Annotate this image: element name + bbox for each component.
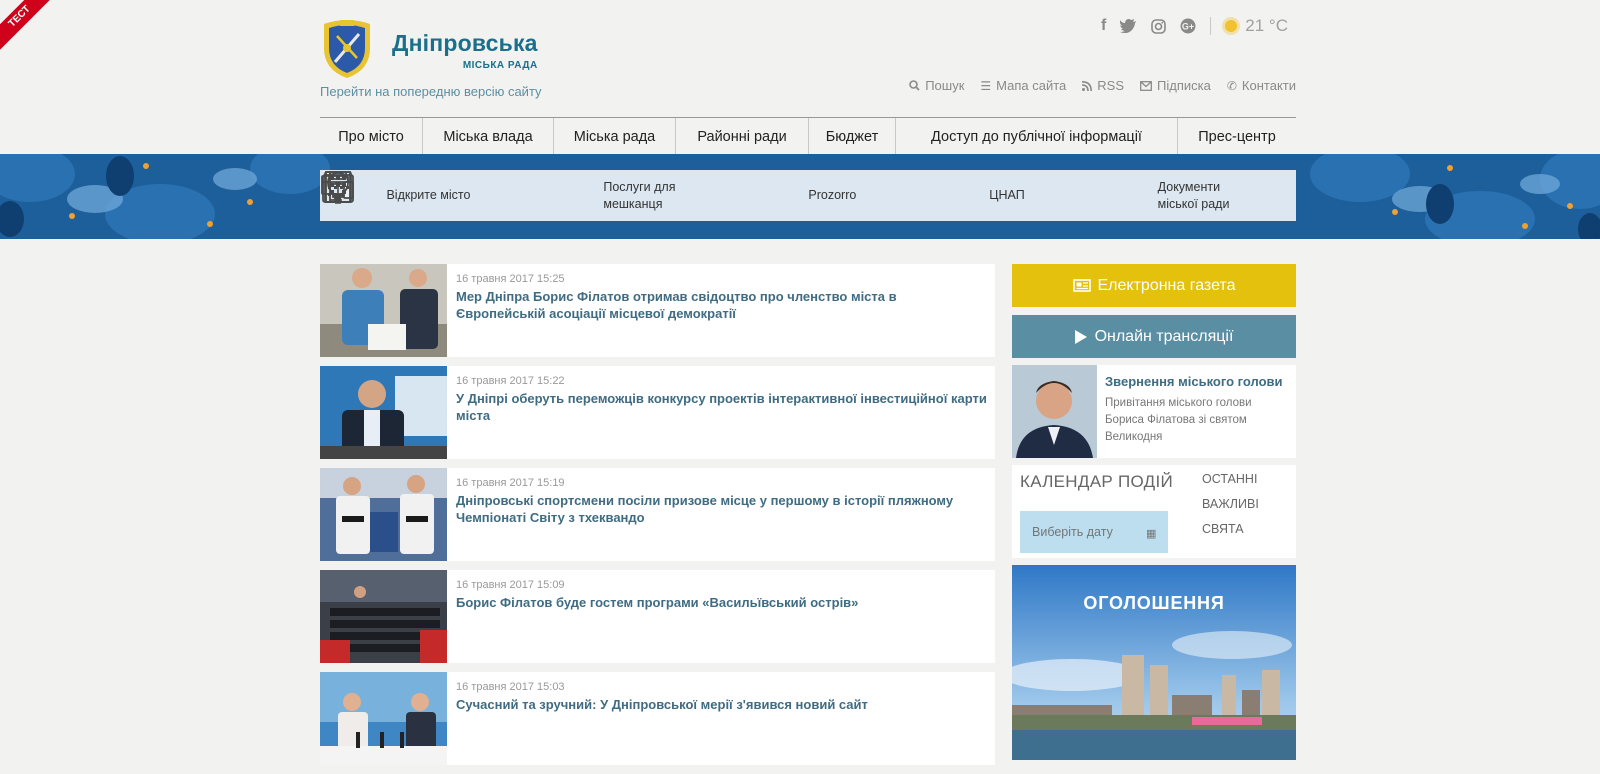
news-item[interactable]: 16 травня 2017 15:19 Дніпровські спортсм… [320,468,995,561]
online-broadcast-label: Онлайн трансляції [1094,327,1234,345]
subscribe-label: Підписка [1157,78,1211,93]
coat-of-arms-icon [324,20,370,78]
utility-nav: Пошук ☰ Мапа сайта RSS Підписка ✆ Контак… [909,78,1296,93]
news-list: 16 травня 2017 15:25 Мер Дніпра Борис Фі… [320,264,995,774]
calendar-icon[interactable]: ▦ [1146,527,1156,540]
news-date: 16 травня 2017 15:22 [456,375,565,387]
quick-link-label: Відкрите місто [386,188,471,202]
quick-link-label-line1: Документи [1157,179,1221,194]
subscribe-link[interactable]: Підписка [1140,78,1211,93]
announcements-banner[interactable]: ОГОЛОШЕННЯ [1012,565,1296,760]
menu-item-budget[interactable]: Бюджет [809,118,896,155]
menu-item-city-authority[interactable]: Міська влада [423,118,554,155]
menu-item-district-councils[interactable]: Районні ради [676,118,809,155]
tab-latest[interactable]: ОСТАННІ [1202,472,1259,486]
e-newspaper-button[interactable]: Електронна газета [1012,264,1296,307]
quick-link-label: Prozorro [808,188,857,202]
news-date: 16 травня 2017 15:03 [456,681,565,693]
tab-holidays[interactable]: СВЯТА [1202,522,1259,536]
book-icon [324,171,352,203]
search-label: Пошук [925,78,965,93]
facebook-icon[interactable]: f [1101,17,1106,35]
weather-temp: 21 °C [1245,16,1288,35]
envelope-icon [1140,80,1152,91]
sitemap-label: Мапа сайта [996,78,1067,93]
quick-link-label-line1: Послуги для [603,179,676,194]
sidebar: Електронна газета Онлайн трансляції Звер… [1012,264,1296,760]
calendar-tabs: ОСТАННІ ВАЖЛИВІ СВЯТА [1202,472,1259,536]
news-date: 16 травня 2017 15:25 [456,273,565,285]
test-ribbon: ТЕСТ [0,0,62,59]
mayor-address-card[interactable]: Звернення міського голови Привітання міс… [1012,365,1296,458]
quick-link-label-line2: міської ради [1157,196,1230,211]
weather-widget: 21 °C [1225,16,1288,36]
e-newspaper-label: Електронна газета [1097,276,1236,294]
logo-title: Дніпровська [392,30,538,56]
news-thumbnail [320,672,447,765]
news-date: 16 травня 2017 15:19 [456,477,565,489]
menu-item-about-city[interactable]: Про місто [320,118,423,155]
play-icon [1074,329,1087,344]
quick-link-label-line2: мешканця [603,196,663,211]
news-title[interactable]: Борис Філатов буде гостем програми «Васи… [456,594,858,611]
ornament-banner: Відкрите місто Послуги для мешканця Prozo… [0,154,1600,239]
quick-link-label: Документи міської ради [1158,179,1230,213]
search-link[interactable]: Пошук [909,78,964,93]
news-item[interactable]: 16 травня 2017 15:03 Сучасний та зручний… [320,672,995,765]
quick-link-council-documents[interactable]: Документи міської ради [324,171,1230,213]
news-thumbnail [320,264,447,357]
sitemap-link[interactable]: ☰ Мапа сайта [980,78,1066,93]
rss-label: RSS [1097,78,1125,93]
quick-link-prozorro[interactable]: Prozorro [322,172,857,204]
googleplus-icon[interactable]: G+ [1180,18,1196,34]
site-logo[interactable]: Дніпровська МІСЬКА РАДА [320,18,538,80]
quick-link-label: ЦНАП [989,188,1025,202]
contacts-label: Контакти [1241,78,1296,93]
news-thumbnail [320,570,447,663]
news-item[interactable]: 16 травня 2017 15:25 Мер Дніпра Борис Фі… [320,264,995,357]
news-title[interactable]: Сучасний та зручний: У Дніпровської мері… [456,696,868,713]
newspaper-icon [1072,279,1091,292]
news-item[interactable]: 16 травня 2017 15:09 Борис Філатов буде … [320,570,995,663]
mayor-address-text: Привітання міського голови Бориса Філато… [1105,397,1252,443]
rss-icon [1082,80,1093,91]
news-item[interactable]: 16 травня 2017 15:22 У Дніпрі оберуть пе… [320,366,995,459]
news-title[interactable]: Дніпровські спортсмени посіли призове мі… [456,492,987,526]
list-icon: ☰ [980,78,992,93]
announcements-title: ОГОЛОШЕННЯ [1083,593,1225,613]
menu-item-city-council[interactable]: Міська рада [554,118,676,155]
main-menu: Про місто Міська влада Міська рада Район… [320,117,1296,155]
quick-link-label: Послуги для мешканця [603,179,675,213]
events-calendar: КАЛЕНДАР ПОДІЙ ▦ ОСТАННІ ВАЖЛИВІ СВЯТА [1012,465,1296,558]
news-date: 16 травня 2017 15:09 [456,579,565,591]
divider [1210,17,1212,35]
instagram-icon[interactable] [1151,18,1167,34]
quick-links: Відкрите місто Послуги для мешканця Prozo… [320,170,1296,221]
menu-item-public-info[interactable]: Доступ до публічної інформації [896,118,1178,155]
social-bar: f G+ 21 °C [1101,16,1288,36]
menu-item-press-center[interactable]: Прес-центр [1178,118,1296,155]
twitter-icon[interactable] [1120,19,1137,33]
quick-link-open-city[interactable]: Відкрите місто [321,175,471,204]
calendar-title: КАЛЕНДАР ПОДІЙ [1020,472,1174,491]
sun-icon [1225,20,1238,32]
quick-link-services[interactable]: Послуги для мешканця [325,171,675,213]
online-broadcast-button[interactable]: Онлайн трансляції [1012,315,1296,358]
search-icon [909,80,920,91]
phone-icon: ✆ [1226,78,1237,93]
tab-important[interactable]: ВАЖЛИВІ [1202,497,1259,511]
quick-link-cnap[interactable]: ЦНАП [327,172,1025,204]
rss-link[interactable]: RSS [1082,78,1124,93]
mayor-address-title: Звернення міського голови [1105,374,1283,389]
news-thumbnail [320,366,447,459]
news-thumbnail [320,468,447,561]
svg-text:G+: G+ [1182,22,1194,32]
news-title[interactable]: Мер Дніпра Борис Філатов отримав свідоцт… [456,288,987,322]
contacts-link[interactable]: ✆ Контакти [1227,78,1296,93]
previous-version-link[interactable]: Перейти на попередню версію сайту [320,84,542,99]
header: Дніпровська МІСЬКА РАДА Перейти на попер… [320,0,1296,118]
logo-subtitle: МІСЬКА РАДА [462,60,538,71]
news-title[interactable]: У Дніпрі оберуть переможців конкурсу про… [456,390,987,424]
mayor-photo [1012,365,1097,458]
